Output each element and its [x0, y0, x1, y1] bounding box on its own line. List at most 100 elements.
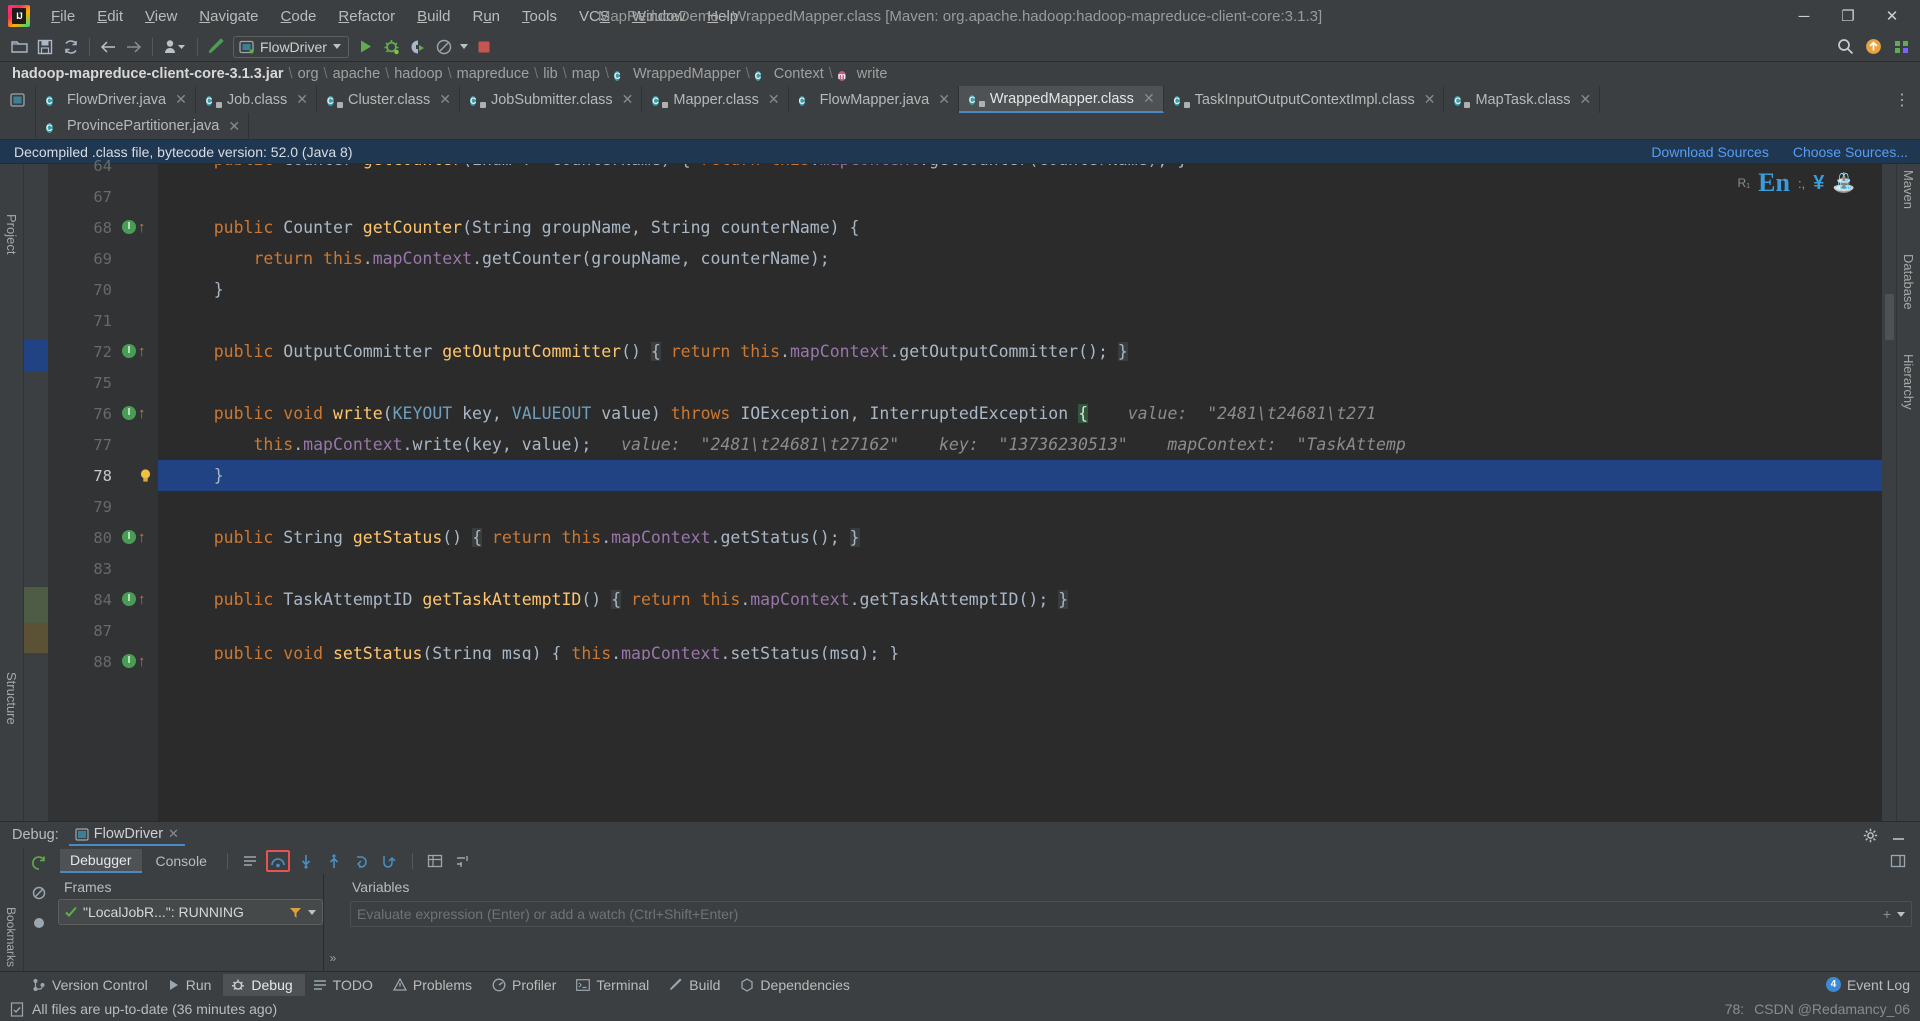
gutter-row[interactable]: 78 — [48, 460, 180, 491]
code-line[interactable] — [158, 305, 1882, 336]
breadcrumb-hadoop[interactable]: hadoop — [394, 66, 442, 82]
close-icon[interactable]: ✕ — [622, 91, 634, 108]
view-breakpoints-icon[interactable] — [27, 912, 51, 934]
gutter-row[interactable]: 67 — [48, 181, 158, 212]
rerun-icon[interactable] — [27, 852, 51, 874]
download-sources-link[interactable]: Download Sources — [1651, 144, 1769, 160]
build-hammer-icon[interactable] — [203, 35, 229, 59]
tool-window-build[interactable]: Build — [661, 974, 732, 996]
menu-code[interactable]: Code — [270, 4, 328, 29]
menu-window[interactable]: Window — [621, 4, 696, 29]
evaluate-expression-input[interactable]: Evaluate expression (Enter) or add a wat… — [350, 901, 1912, 927]
tab-list-menu-icon[interactable]: ⋮ — [1884, 86, 1920, 113]
tab-wrappedmapper-class[interactable]: C WrappedMapper.class ✕ — [958, 86, 1164, 113]
close-icon[interactable]: ✕ — [175, 91, 187, 108]
chevron-down-icon[interactable] — [1897, 912, 1905, 917]
updates-available-icon[interactable] — [1860, 35, 1886, 59]
minimize-icon[interactable] — [1886, 824, 1910, 846]
scrollbar-thumb[interactable] — [1885, 294, 1894, 340]
tab-console[interactable]: Console — [146, 850, 217, 872]
profile-user-icon[interactable] — [158, 35, 192, 59]
breadcrumb-apache[interactable]: apache — [333, 66, 381, 82]
override-arrow-icon[interactable]: ↑ — [138, 406, 146, 421]
sidebar-item-maven[interactable]: Maven — [1901, 170, 1916, 209]
evaluate-expression-icon[interactable] — [423, 850, 447, 872]
gutter-row[interactable]: 72I↑+ — [48, 336, 183, 367]
search-everywhere-icon[interactable] — [1832, 35, 1858, 59]
override-arrow-icon[interactable]: ↑ — [138, 654, 146, 669]
implementing-method-icon[interactable]: I — [122, 530, 137, 545]
plus-icon[interactable]: + — [1883, 906, 1891, 922]
yen-icon[interactable]: ¥ — [1813, 172, 1824, 195]
tool-window-terminal[interactable]: Terminal — [568, 974, 661, 996]
menu-help[interactable]: Help — [696, 4, 749, 29]
gutter-row[interactable]: 68I↑− — [48, 212, 183, 243]
editor-marker-bar[interactable] — [1882, 164, 1896, 821]
intention-bulb-icon[interactable] — [138, 468, 153, 483]
stop-icon[interactable] — [471, 35, 497, 59]
breadcrumb-context[interactable]: C Context — [754, 66, 824, 82]
tab-jobsubmitter-class[interactable]: C JobSubmitter.class ✕ — [459, 86, 643, 113]
castle-icon[interactable]: ⛲ — [1832, 171, 1856, 195]
code-line[interactable] — [158, 615, 1882, 646]
code-line[interactable]: public void setStatus(String msg) { this… — [158, 646, 1882, 660]
code-line[interactable] — [158, 367, 1882, 398]
tab-flowmapper-java[interactable]: C FlowMapper.java ✕ — [788, 86, 959, 113]
code-line[interactable] — [158, 181, 1882, 212]
sidebar-item-project[interactable]: Project — [4, 214, 19, 254]
code-line[interactable]: this.mapContext.write(key, value); value… — [158, 429, 1882, 460]
run-to-cursor-icon[interactable] — [378, 850, 402, 872]
close-icon[interactable]: ✕ — [1143, 90, 1155, 107]
gutter-row[interactable]: 71 — [48, 305, 158, 336]
choose-sources-link[interactable]: Choose Sources... — [1793, 144, 1908, 160]
close-icon[interactable]: ✕ — [1424, 91, 1436, 108]
step-into-icon[interactable] — [294, 850, 318, 872]
save-icon[interactable] — [32, 35, 58, 59]
gutter-row[interactable]: 79 — [48, 491, 158, 522]
debug-icon[interactable] — [379, 35, 405, 59]
code-line[interactable]: public TaskAttemptID getTaskAttemptID() … — [158, 584, 1882, 615]
step-out-icon[interactable] — [350, 850, 374, 872]
attach-process-icon[interactable] — [431, 35, 457, 59]
breadcrumb-org[interactable]: org — [298, 66, 319, 82]
menu-file[interactable]: File — [40, 4, 86, 29]
sidebar-item-structure[interactable]: Structure — [4, 672, 19, 725]
menu-run[interactable]: Run — [461, 4, 511, 29]
toolbar-dropdown-icon[interactable] — [457, 35, 471, 59]
code-editor[interactable]: 646768I↑−69707172I↑+7576I↑−77787980I↑+83… — [24, 157, 1896, 821]
code-line[interactable]: public String getStatus() { return this.… — [158, 522, 1882, 553]
code-line[interactable]: public void write(KEYOUT key, VALUEOUT v… — [158, 398, 1882, 429]
breadcrumb-wrappedmapper[interactable]: C WrappedMapper — [613, 66, 741, 82]
step-over-icon[interactable] — [265, 850, 290, 872]
debug-session-tab[interactable]: FlowDriver ✕ — [68, 824, 185, 846]
chevron-down-icon[interactable] — [308, 909, 316, 915]
override-arrow-icon[interactable]: ↑ — [138, 220, 146, 235]
menu-vcs[interactable]: VCS — [568, 4, 621, 29]
gutter-row[interactable]: 77 — [48, 429, 158, 460]
minimize-button[interactable]: ─ — [1782, 0, 1826, 32]
gutter-row[interactable]: 87 — [48, 615, 158, 646]
mute-breakpoints-icon[interactable] — [27, 882, 51, 904]
gutter-row[interactable]: 76I↑− — [48, 398, 183, 429]
open-folder-icon[interactable] — [6, 35, 32, 59]
code-line[interactable]: return this.mapContext.getCounter(groupN… — [158, 243, 1882, 274]
ime-indicator[interactable]: En — [1758, 168, 1790, 198]
tab-flowdriver-java[interactable]: C FlowDriver.java ✕ — [36, 86, 196, 113]
show-execution-point-icon[interactable] — [238, 850, 262, 872]
layout-settings-icon[interactable] — [1886, 850, 1910, 872]
tab-job-class[interactable]: C Job.class ✕ — [195, 86, 318, 113]
menu-tools[interactable]: Tools — [511, 4, 568, 29]
gutter-row[interactable]: 64 — [48, 150, 158, 181]
implementing-method-icon[interactable]: I — [122, 220, 137, 235]
code-line[interactable]: public OutputCommitter getOutputCommitte… — [158, 336, 1882, 367]
close-icon[interactable]: ✕ — [168, 826, 179, 842]
tab-provincepartitioner-java[interactable]: C ProvincePartitioner.java ✕ — [36, 113, 250, 139]
settings-list-icon[interactable] — [451, 850, 475, 872]
sidebar-item-hierarchy[interactable]: Hierarchy — [1901, 354, 1916, 410]
tool-window-dependencies[interactable]: Dependencies — [732, 974, 862, 996]
code-line[interactable]: public Counter getCounter(String groupNa… — [158, 212, 1882, 243]
forward-arrow-icon[interactable] — [121, 35, 147, 59]
run-with-coverage-icon[interactable] — [405, 35, 431, 59]
tab-taskinputoutputcontextimpl-class[interactable]: C TaskInputOutputContextImpl.class ✕ — [1163, 86, 1445, 113]
sidebar-item-bookmarks-label[interactable]: Bookmarks — [4, 907, 18, 967]
